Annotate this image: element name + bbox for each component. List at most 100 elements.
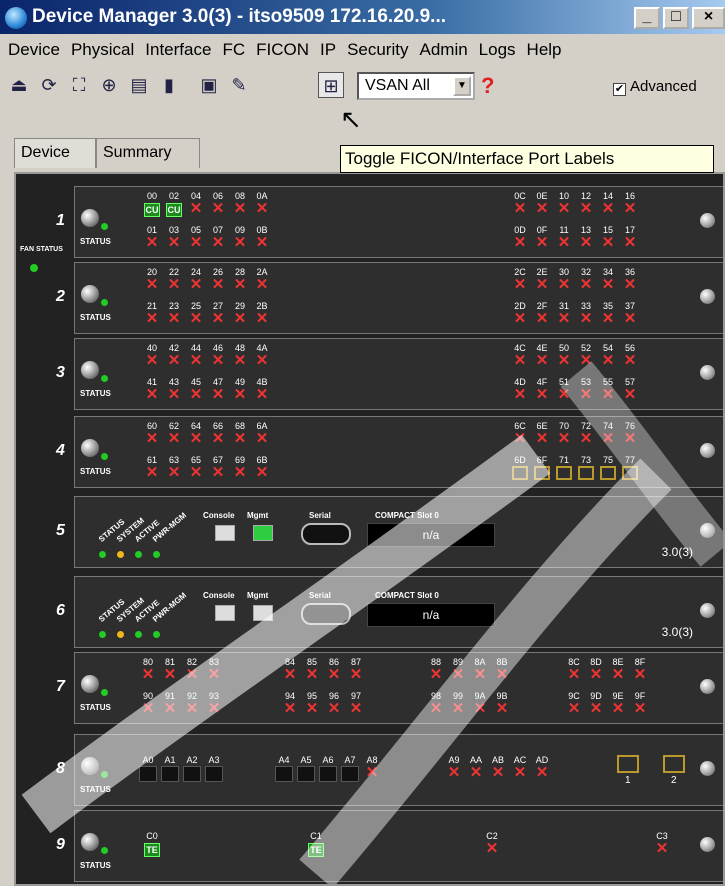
compact-flash-slot[interactable]: n/a bbox=[367, 523, 495, 547]
port[interactable]: 71 bbox=[555, 455, 573, 480]
port[interactable]: 07 ✕ bbox=[209, 225, 227, 250]
port[interactable]: 83 ✕ bbox=[205, 657, 223, 682]
port[interactable]: 88 ✕ bbox=[427, 657, 445, 682]
port[interactable]: 30 ✕ bbox=[555, 267, 573, 292]
port[interactable]: 22 ✕ bbox=[165, 267, 183, 292]
port[interactable]: A9 ✕ bbox=[445, 755, 463, 780]
port[interactable]: 48 ✕ bbox=[231, 343, 249, 368]
port[interactable]: C3 ✕ bbox=[653, 831, 671, 856]
port[interactable]: 20 ✕ bbox=[143, 267, 161, 292]
port[interactable]: 4B ✕ bbox=[253, 377, 271, 402]
port[interactable]: A4 bbox=[275, 755, 293, 782]
port[interactable]: 00 CU bbox=[143, 191, 161, 217]
port[interactable]: 23 ✕ bbox=[165, 301, 183, 326]
port[interactable]: 43 ✕ bbox=[165, 377, 183, 402]
menu-admin[interactable]: Admin bbox=[419, 40, 467, 60]
port[interactable]: 92 ✕ bbox=[183, 691, 201, 716]
port[interactable]: 51 ✕ bbox=[555, 377, 573, 402]
port[interactable]: 6D bbox=[511, 455, 529, 480]
port[interactable]: 01 ✕ bbox=[143, 225, 161, 250]
port[interactable]: 0C ✕ bbox=[511, 191, 529, 216]
log-icon[interactable]: ▤ bbox=[126, 72, 152, 98]
port[interactable]: 80 ✕ bbox=[139, 657, 157, 682]
port[interactable]: 40 ✕ bbox=[143, 343, 161, 368]
port[interactable]: 37 ✕ bbox=[621, 301, 639, 326]
port[interactable]: 2F ✕ bbox=[533, 301, 551, 326]
port[interactable]: 4C ✕ bbox=[511, 343, 529, 368]
slot-eject-icon[interactable] bbox=[81, 361, 99, 379]
port[interactable]: 04 ✕ bbox=[187, 191, 205, 216]
port[interactable]: A2 bbox=[183, 755, 201, 782]
port[interactable]: 32 ✕ bbox=[577, 267, 595, 292]
port[interactable]: 21 ✕ bbox=[143, 301, 161, 326]
menu-security[interactable]: Security bbox=[347, 40, 408, 60]
inventory-icon[interactable]: ▮ bbox=[156, 72, 182, 98]
port[interactable]: 33 ✕ bbox=[577, 301, 595, 326]
port[interactable]: 09 ✕ bbox=[231, 225, 249, 250]
close-button[interactable]: × bbox=[692, 7, 725, 29]
port[interactable]: 41 ✕ bbox=[143, 377, 161, 402]
port[interactable]: 0F ✕ bbox=[533, 225, 551, 250]
slot-eject-icon[interactable] bbox=[81, 833, 99, 851]
port[interactable]: 4A ✕ bbox=[253, 343, 271, 368]
port[interactable]: 85 ✕ bbox=[303, 657, 321, 682]
tab-summary[interactable]: Summary bbox=[96, 138, 200, 168]
menu-help[interactable]: Help bbox=[527, 40, 562, 60]
port[interactable]: 96 ✕ bbox=[325, 691, 343, 716]
port[interactable]: 29 ✕ bbox=[231, 301, 249, 326]
open-icon[interactable]: ⏏ bbox=[6, 72, 32, 98]
compact-flash-slot[interactable]: n/a bbox=[367, 603, 495, 627]
port[interactable]: 14 ✕ bbox=[599, 191, 617, 216]
port[interactable]: 86 ✕ bbox=[325, 657, 343, 682]
serial-port[interactable] bbox=[301, 603, 351, 625]
port[interactable]: 49 ✕ bbox=[231, 377, 249, 402]
help-icon[interactable]: ? bbox=[481, 73, 494, 99]
port[interactable]: 97 ✕ bbox=[347, 691, 365, 716]
port[interactable]: AA ✕ bbox=[467, 755, 485, 780]
edit-icon[interactable]: ✎ bbox=[226, 72, 252, 98]
port[interactable]: 46 ✕ bbox=[209, 343, 227, 368]
port[interactable]: 35 ✕ bbox=[599, 301, 617, 326]
port[interactable]: 69 ✕ bbox=[231, 455, 249, 480]
port[interactable]: 44 ✕ bbox=[187, 343, 205, 368]
port[interactable]: 05 ✕ bbox=[187, 225, 205, 250]
slot-eject-icon[interactable] bbox=[81, 439, 99, 457]
slot-eject-icon[interactable] bbox=[81, 757, 99, 775]
port[interactable]: 9E ✕ bbox=[609, 691, 627, 716]
port[interactable]: 76 ✕ bbox=[621, 421, 639, 446]
port[interactable]: C1 TE bbox=[307, 831, 325, 857]
menu-ficon[interactable]: FICON bbox=[256, 40, 309, 60]
port[interactable]: 2D ✕ bbox=[511, 301, 529, 326]
port[interactable]: 12 ✕ bbox=[577, 191, 595, 216]
port[interactable]: 24 ✕ bbox=[187, 267, 205, 292]
menu-interface[interactable]: Interface bbox=[145, 40, 211, 60]
port[interactable]: 36 ✕ bbox=[621, 267, 639, 292]
port[interactable]: 0E ✕ bbox=[533, 191, 551, 216]
toggle-port-labels-icon[interactable]: ⊞ bbox=[318, 72, 344, 98]
port[interactable]: 9B ✕ bbox=[493, 691, 511, 716]
port[interactable]: 8D ✕ bbox=[587, 657, 605, 682]
port[interactable]: 61 ✕ bbox=[143, 455, 161, 480]
port[interactable]: A3 bbox=[205, 755, 223, 782]
port[interactable]: 27 ✕ bbox=[209, 301, 227, 326]
port[interactable]: 60 ✕ bbox=[143, 421, 161, 446]
port[interactable]: C0 TE bbox=[143, 831, 161, 857]
save-icon[interactable]: ▣ bbox=[196, 72, 222, 98]
port[interactable]: 15 ✕ bbox=[599, 225, 617, 250]
menu-device[interactable]: Device bbox=[8, 40, 60, 60]
port[interactable]: 57 ✕ bbox=[621, 377, 639, 402]
port[interactable]: 03 ✕ bbox=[165, 225, 183, 250]
port[interactable]: 63 ✕ bbox=[165, 455, 183, 480]
chevron-down-icon[interactable]: ▼ bbox=[453, 76, 471, 96]
port[interactable]: A5 bbox=[297, 755, 315, 782]
port[interactable]: AD ✕ bbox=[533, 755, 551, 780]
port[interactable]: 6A ✕ bbox=[253, 421, 271, 446]
gbic-port-icon[interactable] bbox=[663, 755, 685, 773]
port[interactable]: 64 ✕ bbox=[187, 421, 205, 446]
port[interactable]: 4E ✕ bbox=[533, 343, 551, 368]
menu-physical[interactable]: Physical bbox=[71, 40, 134, 60]
port[interactable]: 9D ✕ bbox=[587, 691, 605, 716]
port[interactable]: 0D ✕ bbox=[511, 225, 529, 250]
port[interactable]: 81 ✕ bbox=[161, 657, 179, 682]
port[interactable]: A7 bbox=[341, 755, 359, 782]
